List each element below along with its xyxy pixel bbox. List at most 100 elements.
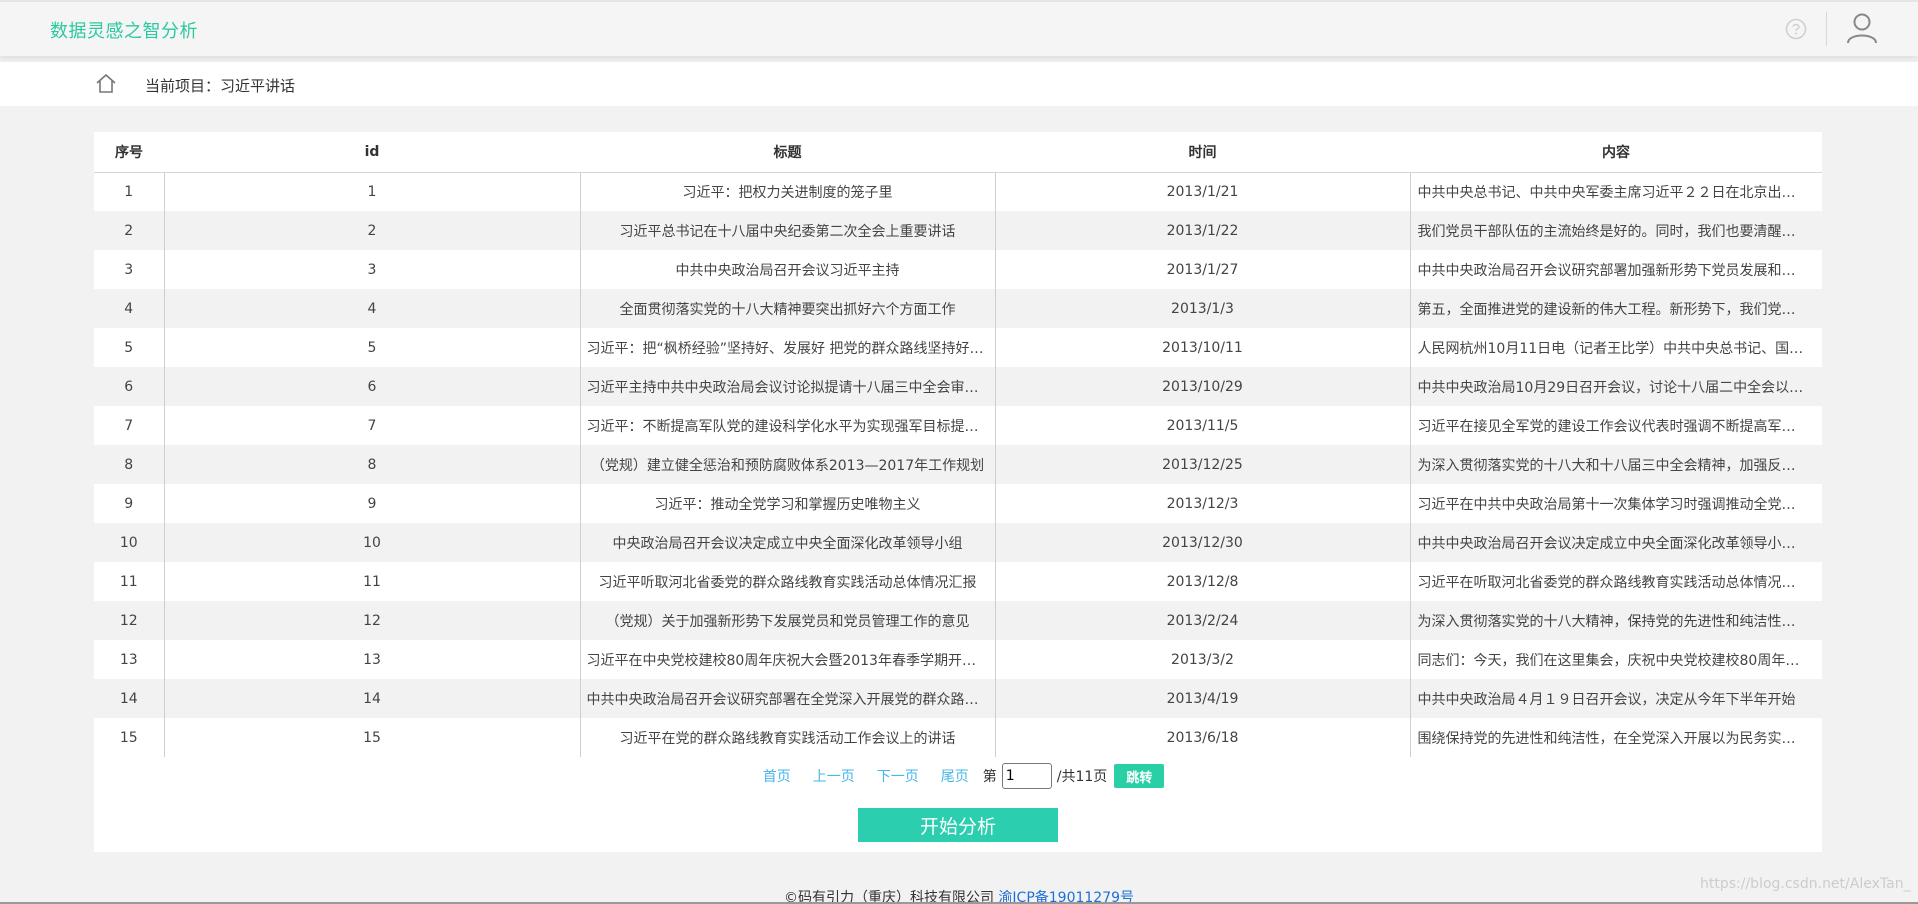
cell-time: 2013/3/2 [994,640,1410,679]
cell-content: 中共中央政治局召开会议决定成立中央全面深化改革领导小组由习近平任组长 [1409,523,1822,562]
table-row[interactable]: 1414中共中央政治局召开会议研究部署在全党深入开展党的群众路线教育实践活动20… [94,679,1822,718]
next-page-link[interactable]: 下一页 [877,766,919,786]
cell-time: 2013/12/30 [994,523,1410,562]
cell-id: 2 [163,211,580,250]
cell-time: 2013/1/21 [994,172,1410,211]
cell-title: 全面贯彻落实党的十八大精神要突出抓好六个方面工作 [579,289,995,328]
cell-title: 习近平听取河北省委党的群众路线教育实践活动总体情况汇报 [579,562,995,601]
cell-time: 2013/1/27 [994,250,1410,289]
question-circle-icon[interactable] [1785,18,1807,40]
total-pages-label: /共11页 [1056,769,1108,785]
table-row[interactable]: 5 5 习近平：把“枫桥经验”坚持好、发展好 把党的群众路线坚持好、贯彻好 2013/… [94,328,1822,367]
table-row[interactable]: 1 1 习近平：把权力关进制度的笼子里 2013/1/21 中共中央总书记、中共中央军委… [94,172,1822,211]
cell-id: 5 [163,328,580,367]
current-project-label: 当前项目：习近平讲话 [145,77,296,95]
cell-content: 人民网杭州10月11日电（记者王比学）中共中央总书记、国家主席 [1409,328,1822,367]
breadcrumb: 当前项目：习近平讲话 [0,62,1918,106]
cell-title: 中共中央政治局召开会议习近平主持 [579,250,995,289]
cell-title: 习近平：把权力关进制度的笼子里 [579,172,995,211]
table-row[interactable]: 3 3 中共中央政治局召开会议习近平主持 2013/1/27 中共中央政治局召开会议研究… [94,250,1822,289]
pagination: 首页 上一页 下一页 尾页 第 /共11页 跳转 [94,762,1822,790]
cell-content: 习近平在听取河北省委党的群众路线教育实践活动总体情况汇报时的讲话 [1409,562,1822,601]
cell-title: （党规）关于加强新形势下发展党员和党员管理工作的意见 [579,601,995,640]
prev-page-link[interactable]: 上一页 [813,766,855,786]
cell-id: 13 [163,640,580,679]
cell-title: 中共中央政治局召开会议研究部署在全党深入开展党的群众路线教育实践活动 [579,679,995,718]
column-header-id[interactable]: id [164,132,580,173]
cell-title: 中央政治局召开会议决定成立中央全面深化改革领导小组 [579,523,995,562]
column-header-title[interactable]: 标题 [580,132,995,173]
cell-index: 4 [94,289,164,328]
table-row[interactable]: 6 6 习近平主持中共中央政治局会议讨论拟提请十八届三中全会审议的文件 2013/10… [94,367,1822,406]
cell-id: 7 [163,406,580,445]
cell-index: 8 [94,445,164,484]
cell-time: 2013/1/3 [994,289,1410,328]
table-header-row: 序号 id 标题 时间 内容 [94,132,1822,173]
cell-content: 我们党员干部队伍的主流始终是好的。同时，我们也要清醒看到，党内存在的一些不良风气 [1409,211,1822,250]
cell-content: 中共中央总书记、中共中央军委主席习近平２２日在北京出席中国共产党第十八届中央纪律… [1409,172,1822,211]
cell-time: 2013/4/19 [994,679,1410,718]
cell-id: 11 [163,562,580,601]
top-divider [1826,12,1827,46]
table-row[interactable]: 2 2 习近平总书记在十八届中央纪委第二次全会上重要讲话 2013/1/22 我们党员干… [94,211,1822,250]
table-row[interactable]: 11 11 习近平听取河北省委党的群众路线教育实践活动总体情况汇报 2013/12/8… [94,562,1822,601]
table-row[interactable]: 4 4 全面贯彻落实党的十八大精神要突出抓好六个方面工作 2013/1/3 第五，全面推… [94,289,1822,328]
table-row[interactable]: 8 8 （党规）建立健全惩治和预防腐败体系2013—2017年工作规划 2013/12… [94,445,1822,484]
cell-id: 15 [163,718,580,757]
table-row[interactable]: 10 10 中央政治局召开会议决定成立中央全面深化改革领导小组 2013/12/30 中… [94,523,1822,562]
first-page-link[interactable]: 首页 [763,766,791,786]
cell-content: 中共中央政治局４月１９日召开会议，决定从今年下半年开始 [1409,679,1822,718]
cell-id: 4 [163,289,580,328]
cell-id: 1 [163,172,580,211]
cell-content: 为深入贯彻落实党的十八大精神，保持党的先进性和纯洁性，加强新形势下发展党员 [1409,601,1822,640]
home-icon[interactable] [95,72,117,94]
table-row[interactable]: 12 12 （党规）关于加强新形势下发展党员和党员管理工作的意见 2013/2/24 为… [94,601,1822,640]
user-icon[interactable] [1845,11,1879,45]
column-header-index[interactable]: 序号 [94,132,164,173]
last-page-link[interactable]: 尾页 [941,766,969,786]
cell-content: 同志们：今天，我们在这里集会，庆祝中央党校建校80周年，同时举行开学典礼 [1409,640,1822,679]
cell-id: 8 [163,445,580,484]
watermark: https://blog.csdn.net/AlexTan_ [1700,876,1911,892]
cell-time: 2013/10/29 [994,367,1410,406]
cell-index: 9 [124,495,134,512]
table-row[interactable]: 9 9 习近平：推动全党学习和掌握历史唯物主义 2013/12/3 习近平在中共中央政治… [94,484,1822,523]
cell-content: 中共中央政治局10月29日召开会议，讨论十八届二中全会以来的工作 [1409,367,1822,406]
page-number-input[interactable] [1001,763,1052,789]
cell-id: 10 [163,523,580,562]
cell-content: 为深入贯彻落实党的十八大和十八届三中全会精神，加强反腐倡廉建设 [1409,445,1822,484]
cell-time: 2013/12/3 [994,484,1410,523]
cell-content: 中共中央政治局召开会议研究部署加强新形势下党员发展和管理工作 [1409,250,1822,289]
cell-index: 14 [94,679,164,718]
cell-content: 习近平在接见全军党的建设工作会议代表时强调不断提高军队党的建设科学化水平 [1409,406,1822,445]
cell-id: 9 [163,484,580,523]
data-panel: 序号 id 标题 时间 内容 1 1 习近平：把权力关进制度的笼子里 2013/1/2… [94,132,1822,852]
cell-time: 2013/2/24 [994,601,1410,640]
table-row[interactable]: 15 15 习近平在党的群众路线教育实践活动工作会议上的讲话 2013/6/18 围绕保… [94,718,1822,757]
cell-time: 2013/12/8 [994,562,1410,601]
table-row[interactable]: 1313习近平在中央党校建校80周年庆祝大会暨2013年春季学期开学典礼上的讲话… [94,640,1822,679]
cell-id: 6 [163,367,580,406]
column-header-content[interactable]: 内容 [1410,132,1822,173]
jump-button[interactable]: 跳转 [1114,764,1165,788]
page-prefix-label: 第 [982,769,997,785]
cell-id: 3 [163,250,580,289]
cell-time: 2013/10/11 [994,328,1410,367]
cell-time: 2013/11/5 [994,406,1410,445]
table-row[interactable]: 7 7 习近平：不断提高军队党的建设科学化水平为实现强军目标提供坚强保证 2013/1… [94,406,1822,445]
top-bar: 数据灵感之智分析 [0,0,1918,56]
cell-time: 2013/1/22 [994,211,1410,250]
cell-index: 12 [94,601,164,640]
start-analysis-button[interactable]: 开始分析 [858,808,1058,842]
cell-index: 1 [124,183,134,200]
cell-content: 围绕保持党的先进性和纯洁性，在全党深入开展以为民务实清廉为主要内容的党的群众路线… [1409,718,1822,757]
cell-title: 习近平：不断提高军队党的建设科学化水平为实现强军目标提供坚强保证 [579,406,995,445]
cell-index: 10 [94,523,164,562]
cell-index: 6 [94,367,164,406]
cell-content: 习近平在中共中央政治局第十一次集体学习时强调推动全党学习和掌握历史唯物主义 [1409,484,1822,523]
app-title: 数据灵感之智分析 [50,21,198,42]
column-header-time[interactable]: 时间 [995,132,1410,173]
cell-index: 2 [94,211,164,250]
cell-title: 习近平总书记在十八届中央纪委第二次全会上重要讲话 [579,211,995,250]
cell-title: （党规）建立健全惩治和预防腐败体系2013—2017年工作规划 [579,445,995,484]
